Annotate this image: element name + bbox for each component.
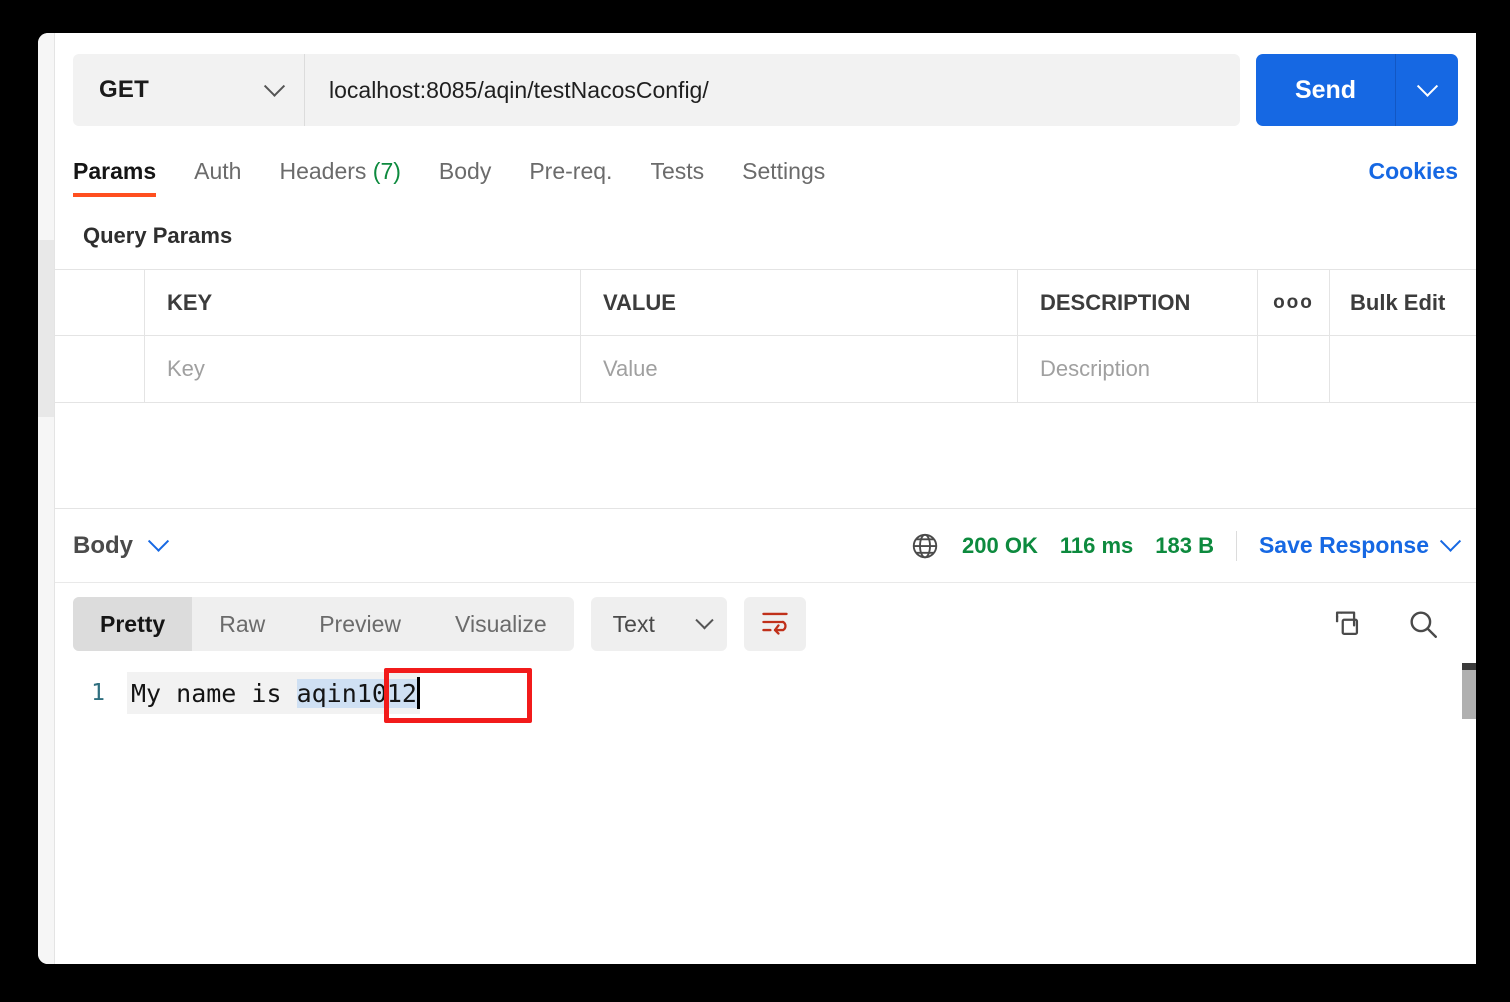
divider — [1235, 530, 1237, 561]
search-icon[interactable] — [1406, 607, 1440, 641]
response-format-label: Text — [612, 610, 655, 637]
row-description-input[interactable]: Description — [1018, 336, 1258, 402]
row-options-spacer — [1258, 336, 1330, 402]
tab-settings[interactable]: Settings — [742, 158, 825, 197]
chevron-down-icon — [263, 75, 286, 97]
tab-preview[interactable]: Preview — [292, 597, 428, 651]
tab-prerequest[interactable]: Pre-req. — [529, 158, 612, 197]
tab-tests[interactable]: Tests — [650, 158, 704, 197]
http-method-label: GET — [99, 76, 149, 103]
send-group: Send — [1256, 54, 1458, 126]
http-method-select[interactable]: GET — [73, 54, 305, 126]
scrollbar-cap — [1462, 663, 1476, 670]
response-body-text[interactable]: My name is aqin1012 — [127, 672, 420, 714]
save-response-button[interactable]: Save Response — [1258, 530, 1462, 559]
app-window: GET localhost:8085/aqin/testNacosConfig/… — [38, 33, 1476, 964]
header-cell-description: DESCRIPTION — [1018, 270, 1258, 335]
response-toolbar-actions — [1330, 607, 1458, 641]
header-cell-key: KEY — [145, 270, 581, 335]
tab-body-label: Body — [438, 158, 492, 184]
send-options-button[interactable] — [1396, 54, 1458, 126]
tab-auth[interactable]: Auth — [194, 158, 241, 197]
tab-tests-label: Tests — [650, 158, 705, 184]
table-row: Key Value Description — [55, 336, 1476, 402]
row-key-input[interactable]: Key — [145, 336, 581, 402]
response-text-prefix: My name is — [131, 678, 297, 708]
params-empty-area — [55, 403, 1476, 509]
url-input[interactable]: localhost:8085/aqin/testNacosConfig/ — [305, 54, 1240, 126]
tab-headers-count: (7) — [372, 158, 401, 184]
row-bulk-spacer — [1330, 336, 1476, 402]
header-cell-value: VALUE — [581, 270, 1018, 335]
response-text-selection[interactable]: aqin1012 — [296, 678, 417, 708]
tab-params-label: Params — [73, 158, 157, 184]
tab-settings-label: Settings — [742, 158, 826, 184]
row-checkbox[interactable] — [55, 336, 145, 402]
response-time: 116 ms — [1059, 532, 1134, 558]
left-rail-scrollbar[interactable] — [38, 33, 54, 964]
tab-headers-label: Headers — [279, 158, 367, 184]
request-response-pane: GET localhost:8085/aqin/testNacosConfig/… — [54, 33, 1476, 964]
code-line: 1 My name is aqin1012 — [55, 671, 1476, 715]
response-toolbar: Pretty Raw Preview Visualize Text — [55, 583, 1476, 663]
copy-icon[interactable] — [1330, 607, 1364, 641]
save-response-label: Save Response — [1258, 532, 1429, 558]
chevron-down-icon — [147, 530, 170, 552]
tab-body[interactable]: Body — [439, 158, 491, 197]
url-bar: GET localhost:8085/aqin/testNacosConfig/… — [73, 54, 1458, 126]
tab-headers[interactable]: Headers (7) — [279, 158, 400, 197]
send-button[interactable]: Send — [1256, 54, 1396, 126]
tab-visualize[interactable]: Visualize — [428, 597, 574, 651]
line-number: 1 — [91, 680, 105, 706]
tab-pretty[interactable]: Pretty — [73, 597, 193, 651]
bulk-edit-button[interactable]: Bulk Edit — [1330, 270, 1476, 335]
response-body[interactable]: 1 My name is aqin1012 — [55, 663, 1476, 953]
response-header: Body 200 OK 116 ms 183 B Save Response — [55, 509, 1476, 583]
response-meta: 200 OK 116 ms 183 B Save Response — [910, 530, 1462, 561]
wrap-text-icon — [760, 609, 790, 640]
cookies-link[interactable]: Cookies — [1369, 158, 1458, 197]
query-params-title: Query Params — [83, 223, 233, 248]
tab-raw[interactable]: Raw — [192, 597, 292, 651]
row-value-input[interactable]: Value — [581, 336, 1018, 402]
header-cell-select — [55, 270, 145, 335]
table-options-icon[interactable]: ooo — [1258, 270, 1330, 335]
scrollbar-thumb[interactable] — [1462, 670, 1476, 719]
query-params-table: KEY VALUE DESCRIPTION ooo Bulk Edit Key … — [55, 269, 1476, 403]
chevron-down-icon — [694, 610, 714, 629]
response-body-label: Body — [73, 531, 133, 559]
request-tabs: Params Auth Headers (7) Body Pre-req. Te… — [73, 151, 1458, 197]
table-header-row: KEY VALUE DESCRIPTION ooo Bulk Edit — [55, 270, 1476, 336]
tab-params[interactable]: Params — [73, 158, 157, 197]
response-view-tabs: Pretty Raw Preview Visualize — [73, 597, 574, 651]
response-size: 183 B — [1155, 532, 1214, 558]
tab-prerequest-label: Pre-req. — [529, 158, 613, 184]
tab-auth-label: Auth — [194, 158, 242, 184]
globe-icon — [910, 531, 940, 561]
response-scrollbar[interactable] — [1462, 663, 1476, 719]
left-rail-thumb[interactable] — [38, 240, 54, 417]
chevron-down-icon — [1416, 75, 1438, 97]
status-badge: 200 OK — [962, 532, 1038, 558]
chevron-down-icon — [1439, 530, 1462, 552]
response-body-dropdown[interactable]: Body — [73, 530, 170, 560]
text-caret — [417, 677, 420, 709]
response-format-select[interactable]: Text — [590, 597, 727, 651]
wrap-text-button[interactable] — [743, 597, 806, 651]
